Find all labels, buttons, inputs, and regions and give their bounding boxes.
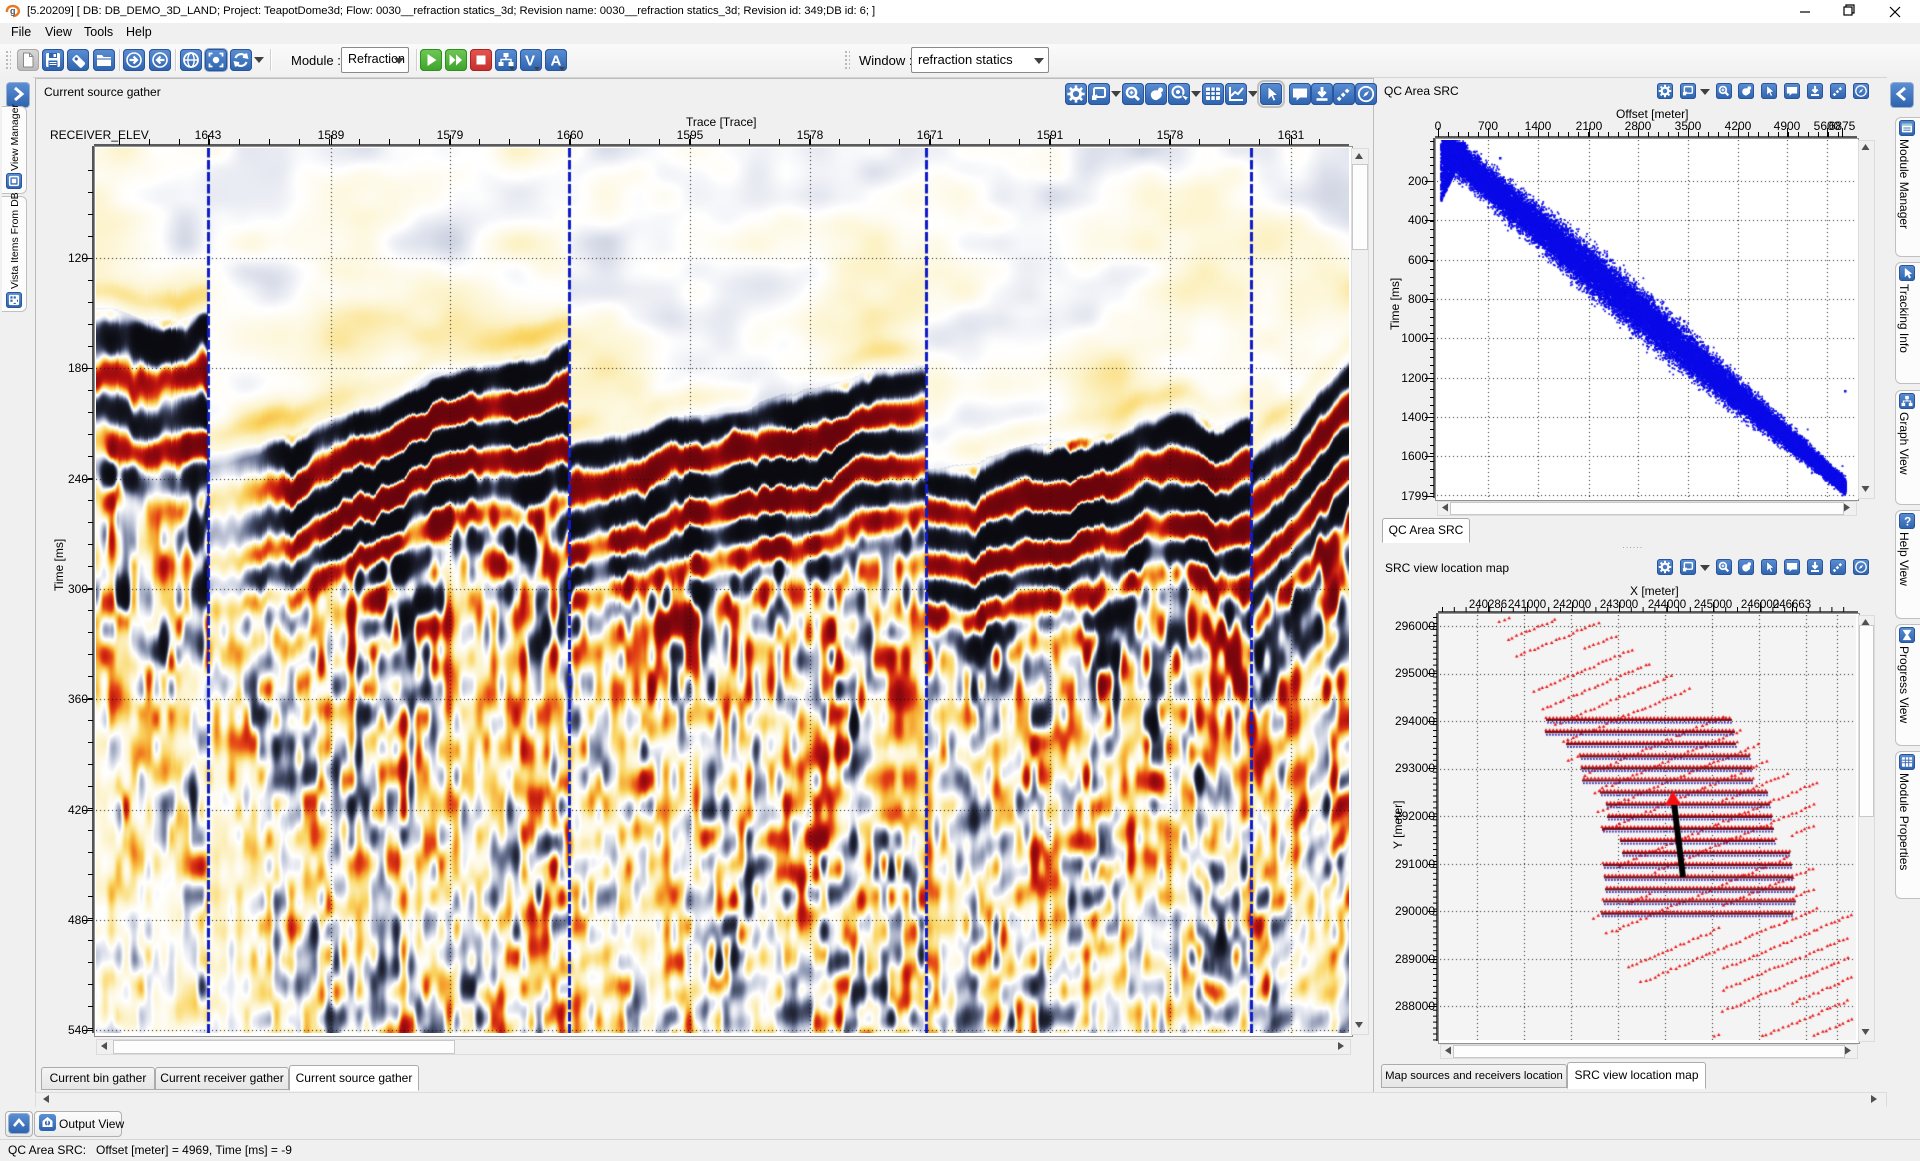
svg-text:?: ? bbox=[1904, 515, 1911, 528]
svg-text:V: V bbox=[525, 53, 535, 70]
svg-text:g: g bbox=[10, 6, 16, 16]
svg-text:A: A bbox=[551, 53, 562, 70]
